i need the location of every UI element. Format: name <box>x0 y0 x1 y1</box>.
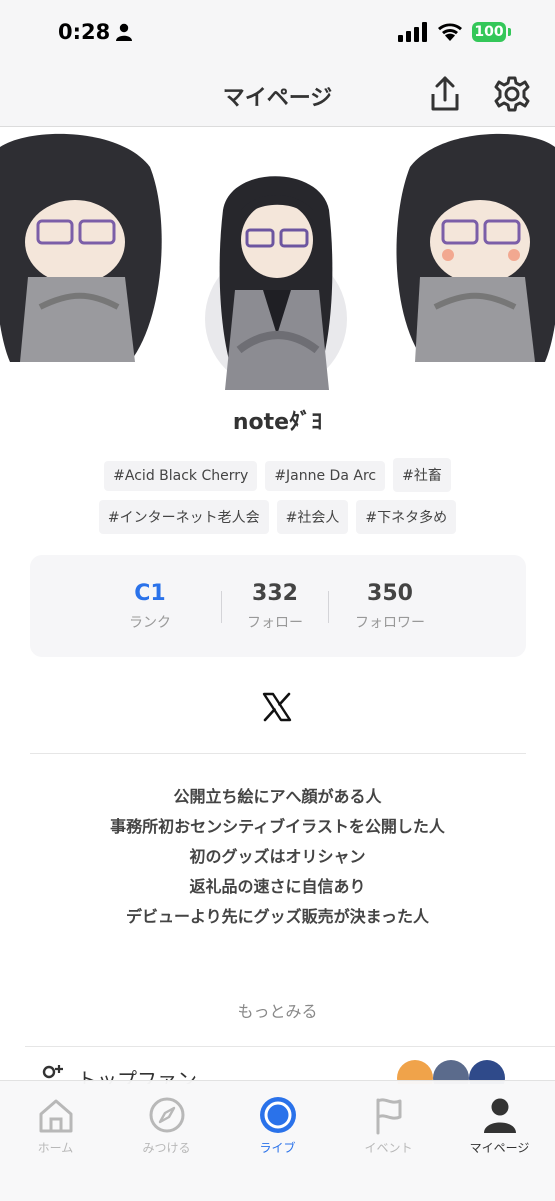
tab-event[interactable]: イベント <box>333 1095 444 1156</box>
stat-following[interactable]: 332 フォロー <box>220 581 330 632</box>
bio-line: 公開立ち絵にアへ顔がある人 <box>173 787 382 806</box>
tab-discover[interactable]: みつける <box>111 1095 222 1156</box>
compass-icon <box>149 1097 184 1133</box>
following-count: 332 <box>252 581 298 606</box>
banner-character-left <box>0 133 162 362</box>
bio-line: 事務所初おセンシティブイラストを公開した人 <box>110 817 445 836</box>
tag-chip[interactable]: #社畜 <box>393 458 451 492</box>
stat-divider <box>328 591 329 623</box>
navigation-bar: マイページ <box>0 68 555 127</box>
stat-followers[interactable]: 350 フォロワー <box>335 581 445 632</box>
tab-label: みつける <box>142 1141 191 1155</box>
status-time: 0:28 <box>58 20 111 44</box>
profile-avatar[interactable] <box>205 160 347 390</box>
x-icon[interactable] <box>261 691 293 723</box>
profile-bio: 公開立ち絵にアへ顔がある人 事務所初おセンシティブイラストを公開した人 初のグッ… <box>0 782 555 932</box>
wifi-icon <box>438 23 462 41</box>
followers-count: 350 <box>367 581 413 606</box>
tab-label: マイページ <box>469 1141 530 1155</box>
profile-username: noteﾀﾞﾖ <box>232 410 323 435</box>
battery-indicator: 100 <box>472 22 514 44</box>
stat-rank[interactable]: C1 ランク <box>95 581 205 632</box>
rank-label: ランク <box>129 615 171 631</box>
tab-home[interactable]: ホーム <box>0 1095 111 1156</box>
home-icon <box>39 1099 72 1133</box>
tag-row: #Acid Black Cherry #Janne Da Arc #社畜 <box>20 458 535 492</box>
tab-label: ホーム <box>37 1141 74 1155</box>
divider <box>30 753 526 754</box>
tab-label: イベント <box>364 1141 413 1155</box>
live-icon <box>259 1097 296 1133</box>
gear-icon[interactable] <box>492 74 532 114</box>
bio-line: 初のグッズはオリシャン <box>189 847 366 866</box>
tag-chip[interactable]: #インターネット老人会 <box>98 500 269 534</box>
banner-character-right <box>396 133 555 362</box>
followers-label: フォロワー <box>355 615 425 631</box>
top-fan-section[interactable]: トップファン <box>25 1050 555 1084</box>
rank-value: C1 <box>134 581 166 606</box>
tab-live[interactable]: ライブ <box>222 1095 333 1156</box>
status-bar: 0:28 100 <box>0 0 555 68</box>
stats-card: C1 ランク 332 フォロー 350 フォロワー <box>30 555 526 657</box>
tag-list: #Acid Black Cherry #Janne Da Arc #社畜 #インター… <box>20 458 535 542</box>
tag-row: #インターネット老人会 #社会人 #下ネタ多め <box>20 500 535 534</box>
battery-level: 100 <box>472 22 506 42</box>
tab-mypage[interactable]: マイページ <box>444 1095 555 1156</box>
person-icon <box>483 1098 516 1133</box>
bottom-tab-bar: ホーム みつける ライブ イベント マイページ <box>0 1080 555 1201</box>
tab-label: ライブ <box>259 1141 296 1155</box>
following-label: フォロー <box>247 615 303 631</box>
bio-line: 返礼品の速さに自信あり <box>189 877 366 896</box>
tag-chip[interactable]: #Janne Da Arc <box>265 461 386 491</box>
person-status-icon <box>116 23 132 41</box>
tag-chip[interactable]: #Acid Black Cherry <box>104 461 258 491</box>
battery-cap <box>508 28 511 36</box>
tag-chip[interactable]: #下ネタ多め <box>356 500 457 534</box>
flag-icon <box>376 1098 401 1135</box>
divider <box>25 1046 555 1047</box>
show-more-link[interactable]: もっとみる <box>0 998 555 1022</box>
share-icon[interactable] <box>425 74 465 114</box>
bio-line: デビューより先にグッズ販売が決まった人 <box>125 907 430 926</box>
tag-chip[interactable]: #社会人 <box>276 500 349 534</box>
page-title: マイページ <box>222 86 333 111</box>
signal-icon <box>398 22 427 42</box>
